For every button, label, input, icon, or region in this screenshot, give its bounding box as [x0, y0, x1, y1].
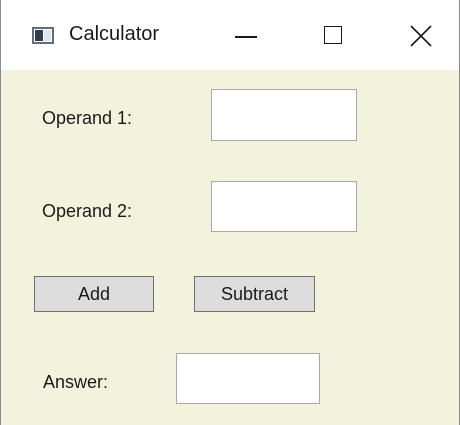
- add-button[interactable]: Add: [34, 276, 154, 312]
- subtract-button[interactable]: Subtract: [194, 276, 315, 312]
- app-icon-light-panel: [44, 30, 51, 41]
- operand2-label: Operand 2:: [42, 201, 133, 221]
- maximize-icon: [324, 26, 342, 44]
- close-icon: [410, 25, 432, 47]
- form-client-area: Operand 1: Operand 2: Add Subtract Answe…: [1, 70, 459, 425]
- window-title: Calculator: [69, 23, 160, 45]
- calculator-window: Calculator Operand 1: Operand 2: Add Sub…: [0, 0, 460, 425]
- title-bar[interactable]: Calculator: [1, 0, 459, 70]
- operand1-label: Operand 1:: [42, 108, 133, 128]
- answer-field[interactable]: [176, 353, 320, 404]
- minimize-button[interactable]: [211, 0, 281, 70]
- app-icon-dark-panel: [35, 30, 43, 41]
- minimize-icon: [235, 36, 257, 38]
- close-button[interactable]: [387, 0, 457, 70]
- maximize-button[interactable]: [299, 0, 369, 70]
- answer-label: Answer:: [43, 372, 109, 392]
- operand1-input[interactable]: [211, 89, 357, 141]
- calculator-app-icon[interactable]: [32, 27, 54, 44]
- operand2-input[interactable]: [211, 181, 357, 232]
